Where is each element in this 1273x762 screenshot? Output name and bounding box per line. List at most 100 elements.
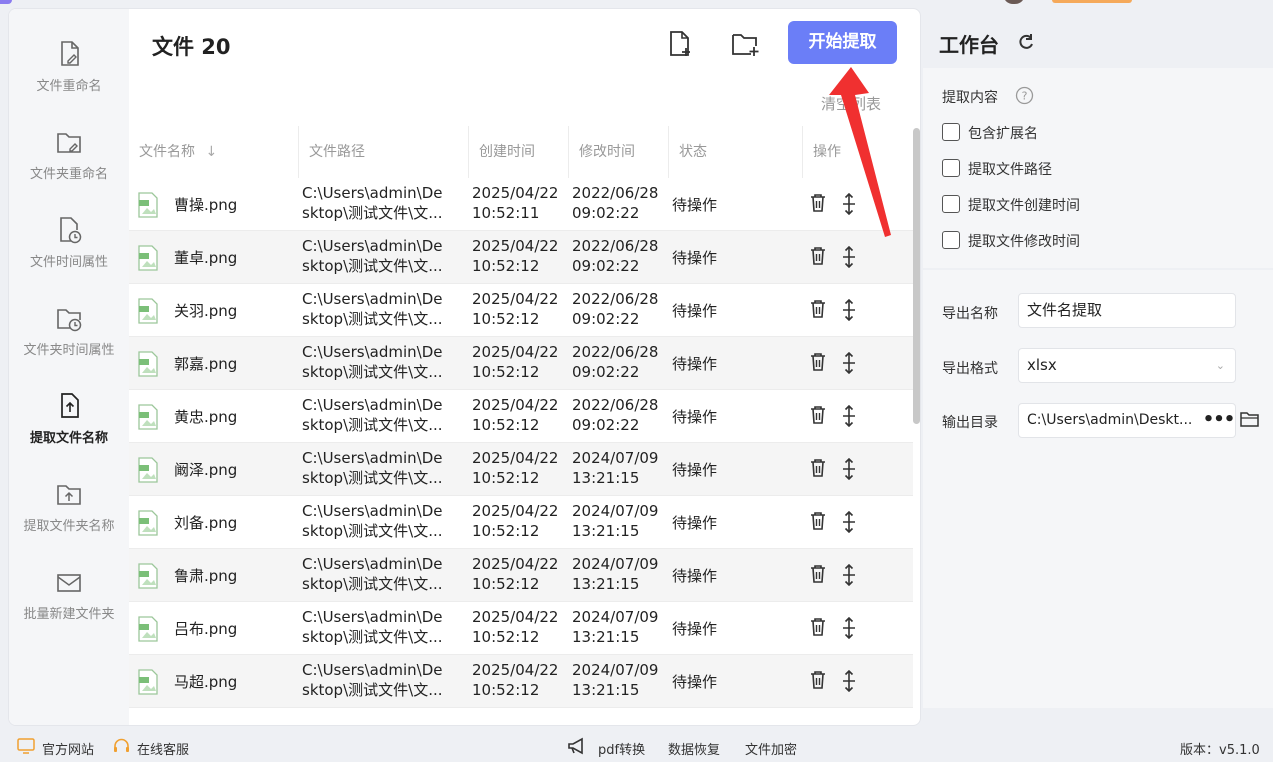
start-extract-button[interactable]: 开始提取 [788, 21, 897, 64]
png-file-icon [138, 669, 158, 695]
clear-list-button[interactable]: 清空列表 [821, 93, 881, 114]
drag-move-icon[interactable] [839, 511, 859, 533]
file-path: C:\Users\admin\De sktop\测试文件\文... [302, 607, 452, 647]
drag-move-icon[interactable] [839, 299, 859, 321]
data-recovery-link[interactable]: 数据恢复 [668, 739, 720, 758]
page-title: 文件 20 [152, 35, 231, 59]
file-name: 黄忠.png [174, 408, 238, 426]
trash-icon[interactable] [809, 299, 827, 319]
trash-icon[interactable] [809, 458, 827, 478]
sidebar-item-extract-folder-names[interactable]: 提取文件夹名称 [9, 479, 129, 567]
trash-icon[interactable] [809, 193, 827, 213]
open-folder-icon[interactable] [1240, 410, 1260, 428]
drag-move-icon[interactable] [839, 405, 859, 427]
table-row[interactable]: 关羽.png C:\Users\admin\De sktop\测试文件\文... 20… [129, 284, 913, 337]
table-row[interactable]: 郭嘉.png C:\Users\admin\De sktop\测试文件\文... 20… [129, 337, 913, 390]
table-row[interactable]: 马超.png C:\Users\admin\De sktop\测试文件\文... 20… [129, 655, 913, 708]
file-path: C:\Users\admin\De sktop\测试文件\文... [302, 660, 452, 700]
svg-text:?: ? [1022, 90, 1028, 103]
modified-time: 2022/06/28 09:02:22 [572, 342, 658, 382]
column-header-modified[interactable]: 修改时间 [569, 126, 635, 178]
mail-folder-icon [57, 574, 81, 592]
option-checkbox-modified-time[interactable] [942, 231, 960, 249]
avatar[interactable] [1003, 0, 1025, 4]
drag-move-icon[interactable] [839, 458, 859, 480]
modified-clock: 13:21:15 [572, 628, 640, 646]
trash-icon[interactable] [809, 405, 827, 425]
sidebar-item-batch-new-folder[interactable]: 批量新建文件夹 [9, 567, 129, 655]
column-header-path[interactable]: 文件路径 [299, 126, 365, 178]
help-icon[interactable]: ? [1015, 86, 1034, 105]
trash-icon[interactable] [809, 246, 827, 266]
table-row[interactable]: 阚泽.png C:\Users\admin\De sktop\测试文件\文... 20… [129, 443, 913, 496]
drag-move-icon[interactable] [839, 246, 859, 268]
table-row[interactable]: 董卓.png C:\Users\admin\De sktop\测试文件\文... 20… [129, 231, 913, 284]
sidebar-item-folder-rename[interactable]: 文件夹重命名 [9, 127, 129, 215]
created-clock: 10:52:12 [472, 469, 540, 487]
option-checkbox-path[interactable] [942, 159, 960, 177]
sidebar-item-folder-time[interactable]: 文件夹时间属性 [9, 303, 129, 391]
online-support-link[interactable]: 在线客服 [137, 739, 189, 758]
drag-move-icon[interactable] [839, 352, 859, 374]
file-path-line: C:\Users\admin\De [302, 343, 443, 361]
trash-icon[interactable] [809, 564, 827, 584]
modified-clock: 09:02:22 [572, 204, 640, 222]
sort-arrow-icon: ↓ [205, 144, 218, 160]
status-text: 待操作 [672, 196, 718, 214]
megaphone-icon [568, 737, 583, 755]
modified-clock: 13:21:15 [572, 681, 640, 699]
file-path-line: C:\Users\admin\De [302, 608, 443, 626]
table-row[interactable]: 曹操.png C:\Users\admin\De sktop\测试文件\文... 20… [129, 178, 913, 231]
png-file-icon [138, 616, 158, 642]
pdf-convert-link[interactable]: pdf转换 [598, 739, 645, 758]
headset-icon [114, 738, 129, 752]
export-name-input[interactable]: 文件名提取 [1018, 293, 1236, 328]
sidebar-item-file-time[interactable]: 文件时间属性 [9, 215, 129, 303]
drag-move-icon[interactable] [839, 564, 859, 586]
file-path-line: sktop\测试文件\文... [302, 204, 443, 222]
file-path: C:\Users\admin\De sktop\测试文件\文... [302, 236, 452, 276]
file-path-line: sktop\测试文件\文... [302, 416, 443, 434]
file-path-line: C:\Users\admin\De [302, 396, 443, 414]
output-dir-input[interactable]: C:\Users\admin\Deskt... [1018, 403, 1203, 438]
file-path-line: C:\Users\admin\De [302, 449, 443, 467]
refresh-icon[interactable] [1016, 32, 1036, 52]
official-website-link[interactable]: 官方网站 [42, 739, 94, 758]
scrollbar-thumb[interactable] [913, 128, 920, 424]
sidebar-item-extract-file-names[interactable]: 提取文件名称 [9, 391, 129, 479]
website-icon [17, 738, 35, 754]
file-name: 吕布.png [174, 620, 238, 638]
file-encrypt-link[interactable]: 文件加密 [745, 739, 797, 758]
trash-icon[interactable] [809, 352, 827, 372]
column-header-name[interactable]: 文件名称 ↓ [129, 126, 217, 178]
option-checkbox-extension[interactable] [942, 123, 960, 141]
status-bar: 官方网站 在线客服 pdf转换 数据恢复 文件加密 版本：v5.1.0 [0, 730, 1273, 762]
option-checkbox-created-time[interactable] [942, 195, 960, 213]
table-row[interactable]: 鲁肃.png C:\Users\admin\De sktop\测试文件\文... 20… [129, 549, 913, 602]
modified-clock: 13:21:15 [572, 469, 640, 487]
trash-icon[interactable] [809, 670, 827, 690]
created-clock: 10:52:12 [472, 681, 540, 699]
browse-dots-button[interactable]: ••• [1202, 403, 1236, 438]
trash-icon[interactable] [809, 617, 827, 637]
add-file-button[interactable] [667, 29, 695, 59]
drag-move-icon[interactable] [839, 617, 859, 639]
vip-badge[interactable] [1052, 0, 1132, 3]
table-row[interactable]: 黄忠.png C:\Users\admin\De sktop\测试文件\文... 20… [129, 390, 913, 443]
status-text: 待操作 [672, 302, 718, 320]
created-clock: 10:52:12 [472, 522, 540, 540]
column-header-created[interactable]: 创建时间 [469, 126, 535, 178]
status-text: 待操作 [672, 514, 718, 532]
drag-move-icon[interactable] [839, 193, 859, 215]
sidebar-item-label: 文件重命名 [36, 79, 102, 94]
folder-upload-icon [57, 485, 81, 505]
trash-icon[interactable] [809, 511, 827, 531]
file-path: C:\Users\admin\De sktop\测试文件\文... [302, 289, 452, 329]
drag-move-icon[interactable] [839, 670, 859, 692]
table-row[interactable]: 刘备.png C:\Users\admin\De sktop\测试文件\文... 20… [129, 496, 913, 549]
created-time: 2025/04/22 10:52:12 [472, 501, 558, 541]
add-folder-button[interactable] [729, 29, 761, 59]
sidebar-item-file-rename[interactable]: 文件重命名 [9, 39, 129, 127]
export-format-select[interactable]: xlsx ⌄ [1018, 348, 1236, 383]
table-row[interactable]: 吕布.png C:\Users\admin\De sktop\测试文件\文... 20… [129, 602, 913, 655]
